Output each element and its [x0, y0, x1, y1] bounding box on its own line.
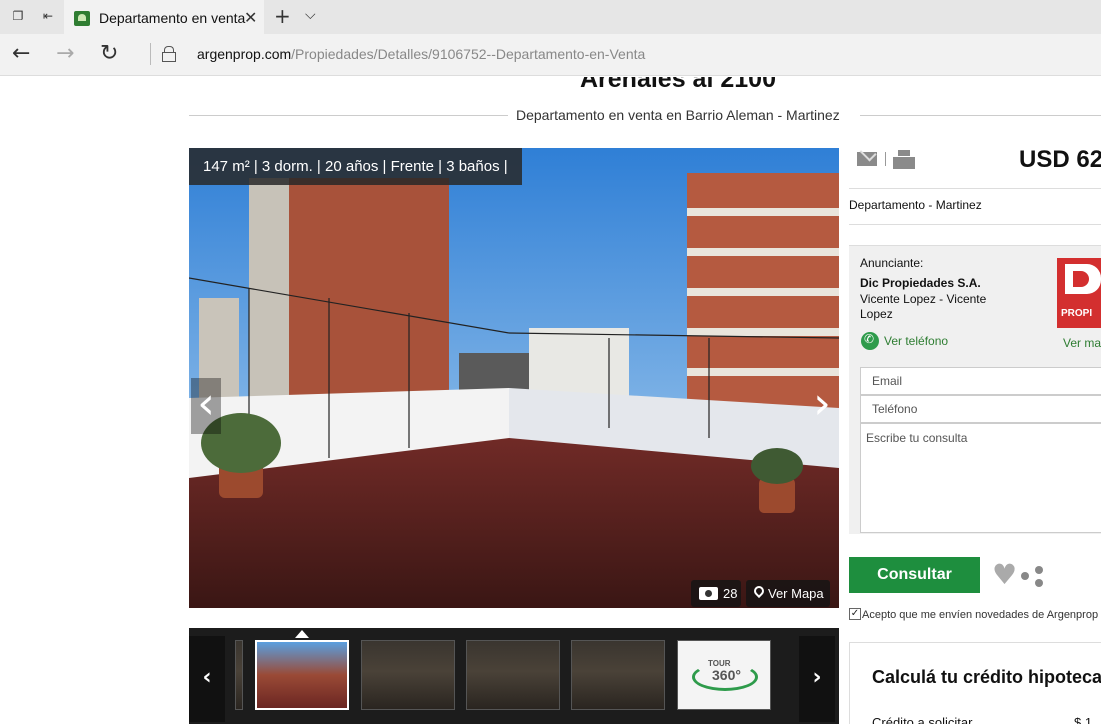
- url-path: /Propiedades/Detalles/9106752--Departame…: [291, 46, 646, 62]
- calculator-title: Calculá tu crédito hipoteca: [872, 667, 1101, 687]
- view-map-label: Ver Mapa: [768, 586, 824, 601]
- logo-d-mark: [1065, 264, 1101, 294]
- tab-manager-icon[interactable]: ❐: [10, 8, 26, 24]
- browser-tab[interactable]: Departamento en venta ✕: [64, 0, 264, 34]
- mortgage-calculator: Calculá tu crédito hipoteca Crédito a so…: [849, 642, 1101, 724]
- thumbnail[interactable]: [235, 640, 243, 710]
- close-tab-icon[interactable]: ✕: [244, 8, 257, 27]
- sidebar: USD 62 Departamento - Martinez Anunciant…: [849, 146, 1101, 724]
- phone-icon[interactable]: [861, 332, 879, 350]
- tour-360-label: 360°: [712, 667, 741, 683]
- back-arrow-icon[interactable]: ←: [12, 41, 30, 66]
- share-node: [1021, 572, 1029, 580]
- map-pin-icon: [751, 583, 767, 599]
- subtitle-divider-right: [860, 115, 1101, 116]
- advertiser-label: Anunciante:: [860, 256, 924, 270]
- email-icon[interactable]: [857, 152, 877, 166]
- thumbs-prev-button[interactable]: ‹: [189, 636, 225, 722]
- photo-count-badge[interactable]: 28: [691, 580, 741, 607]
- newsletter-label: Acepto que me envíen novedades de Argenp…: [862, 609, 1099, 621]
- tab-preview-chevron-icon[interactable]: ⌵: [305, 7, 316, 23]
- advertiser-name: Dic Propiedades S.A.: [860, 276, 981, 290]
- thumbs-next-button[interactable]: ›: [799, 636, 835, 722]
- favorite-heart-icon[interactable]: ♥: [992, 561, 1017, 589]
- print-icon[interactable]: [893, 150, 915, 172]
- features-bar: 147 m² | 3 dorm. | 20 años | Frente | 3 …: [189, 148, 522, 185]
- view-phone-link[interactable]: Ver teléfono: [884, 334, 948, 348]
- previous-photo-button[interactable]: ‹: [191, 378, 221, 434]
- listing-title: Arenales al 2100: [580, 77, 776, 93]
- nav-divider: [150, 43, 151, 65]
- tab-title: Departamento en venta: [99, 10, 246, 26]
- view-more-link[interactable]: Ver ma: [1063, 336, 1101, 350]
- photo-gallery[interactable]: 147 m² | 3 dorm. | 20 años | Frente | 3 …: [189, 148, 839, 608]
- camera-icon: [699, 587, 718, 600]
- thumbnail-selected[interactable]: [255, 640, 349, 710]
- phone-field[interactable]: Teléfono: [860, 395, 1101, 423]
- consult-button[interactable]: Consultar: [849, 557, 980, 593]
- logo-text: PROPI: [1061, 308, 1093, 319]
- share-node: [1035, 566, 1043, 574]
- thumbnail[interactable]: [571, 640, 665, 710]
- tab-bar: ❐ ⇤ Departamento en venta ✕ + ⌵: [0, 0, 1101, 34]
- price: USD 62: [1019, 146, 1101, 173]
- loan-amount-value: $ 1: [1074, 715, 1093, 724]
- loan-amount-label: Crédito a solicitar: [872, 715, 973, 724]
- lock-icon[interactable]: [162, 46, 176, 62]
- refresh-icon[interactable]: ↻: [100, 41, 118, 66]
- forward-arrow-icon[interactable]: →: [56, 41, 74, 66]
- site-favicon-icon: [74, 11, 90, 26]
- thumbnail-strip: ‹ TOUR 360° ›: [189, 628, 839, 724]
- next-photo-button[interactable]: ›: [807, 378, 837, 434]
- email-field[interactable]: Email: [860, 367, 1101, 395]
- property-type: Departamento - Martinez: [849, 198, 982, 212]
- set-tabs-aside-icon[interactable]: ⇤: [40, 8, 56, 24]
- thumbnail[interactable]: [466, 640, 560, 710]
- listing-subtitle: Departamento en venta en Barrio Aleman -…: [508, 107, 848, 123]
- contact-form: Email Teléfono Escribe tu consulta: [849, 357, 1101, 534]
- view-map-button[interactable]: Ver Mapa: [746, 580, 830, 607]
- message-field[interactable]: Escribe tu consulta: [860, 423, 1101, 533]
- newsletter-checkbox[interactable]: ✓: [849, 608, 861, 620]
- divider: [849, 224, 1101, 225]
- thumbnail[interactable]: [361, 640, 455, 710]
- divider: [849, 188, 1101, 189]
- advertiser-panel: Anunciante: Dic Propiedades S.A. Vicente…: [849, 245, 1101, 357]
- navigation-bar: ← → ↻ argenprop.com/Propiedades/Detalles…: [0, 34, 1101, 76]
- selected-thumb-caret: [295, 630, 309, 638]
- advertiser-logo[interactable]: PROPI: [1057, 258, 1101, 328]
- address-bar[interactable]: argenprop.com/Propiedades/Detalles/91067…: [197, 46, 645, 62]
- url-host: argenprop.com: [197, 46, 292, 62]
- virtual-tour-thumbnail[interactable]: TOUR 360°: [677, 640, 771, 710]
- share-icon[interactable]: [1021, 566, 1043, 588]
- share-node: [1035, 579, 1043, 587]
- page-content: Arenales al 2100 Departamento en venta e…: [0, 77, 1101, 724]
- photo-count: 28: [723, 586, 738, 601]
- new-tab-icon[interactable]: +: [274, 4, 291, 28]
- main-photo: [189, 148, 839, 608]
- advertiser-location: Vicente Lopez - Vicente Lopez: [860, 292, 987, 321]
- icon-divider: [885, 152, 886, 166]
